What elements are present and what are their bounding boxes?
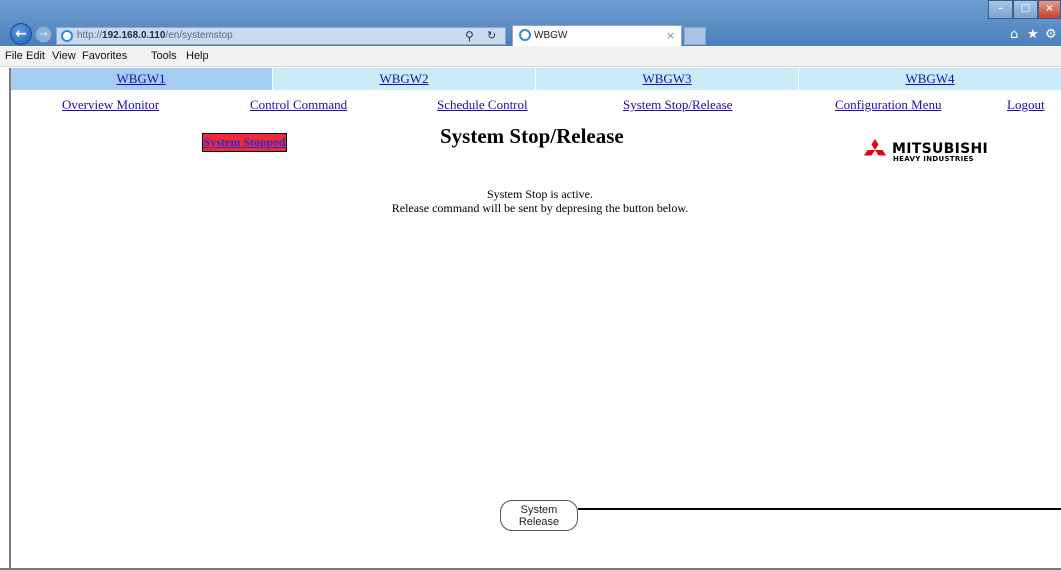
settings-gear-icon[interactable]: ⚙: [1045, 27, 1057, 42]
maximize-button[interactable]: □: [1013, 0, 1038, 19]
close-window-button[interactable]: ×: [1038, 0, 1061, 19]
three-diamonds-icon: [864, 139, 886, 156]
back-button[interactable]: ←: [10, 23, 32, 45]
tab-title: WBGW: [534, 30, 568, 41]
menu-favorites[interactable]: Favorites: [82, 50, 127, 62]
favorites-star-icon[interactable]: ★: [1027, 27, 1039, 42]
menu-tools[interactable]: Tools: [151, 50, 177, 62]
menu-edit[interactable]: Edit: [26, 50, 45, 62]
forward-button[interactable]: →: [35, 26, 52, 43]
gateway-cell-1: WBGW1: [10, 68, 272, 90]
gateway-cell-4: WBGW4: [799, 68, 1061, 90]
instruction-message: Release command will be sent by depresin…: [391, 201, 689, 215]
nav-control-command[interactable]: Control Command: [250, 97, 347, 113]
nav-configuration-menu[interactable]: Configuration Menu: [835, 97, 942, 113]
nav-schedule-control[interactable]: Schedule Control: [437, 97, 528, 113]
new-tab-button[interactable]: [684, 27, 706, 45]
menu-help[interactable]: Help: [186, 50, 209, 62]
address-url: http://192.168.0.110/en/systemstop: [77, 30, 233, 41]
gateway-bar: WBGW1 WBGW2 WBGW3 WBGW4: [10, 68, 1061, 90]
system-release-button[interactable]: System Release: [500, 500, 578, 531]
gateway-cell-2: WBGW2: [273, 68, 535, 90]
menu-view[interactable]: View: [52, 50, 76, 62]
refresh-icon[interactable]: ↻: [487, 29, 496, 42]
nav-overview-monitor[interactable]: Overview Monitor: [62, 97, 159, 113]
minimize-button[interactable]: –: [988, 0, 1013, 19]
ie-tab-icon: [519, 29, 531, 41]
browser-titlebar: ← → http://192.168.0.110/en/systemstop ⚲…: [0, 0, 1061, 46]
menu-file[interactable]: File: [5, 50, 23, 62]
logo-subtitle: HEAVY INDUSTRIES: [893, 155, 974, 163]
release-button-line2: Release: [518, 516, 560, 528]
tab-close-icon[interactable]: ×: [666, 29, 675, 42]
nav-logout[interactable]: Logout: [1007, 97, 1045, 113]
window-left-border: [9, 68, 11, 570]
ie-icon: [61, 30, 73, 42]
status-message: System Stop is active.: [487, 187, 593, 201]
nav-system-stop-release[interactable]: System Stop/Release: [623, 97, 732, 113]
page-title: System Stop/Release: [440, 124, 624, 148]
mitsubishi-logo: MITSUBISHI HEAVY INDUSTRIES: [862, 139, 992, 163]
home-icon[interactable]: ⌂: [1010, 27, 1018, 42]
search-icon[interactable]: ⚲: [465, 29, 474, 43]
system-stopped-badge[interactable]: System Stopped: [202, 133, 287, 152]
gateway-cell-3: WBGW3: [536, 68, 798, 90]
gateway-link-wbgw1[interactable]: WBGW1: [116, 71, 165, 86]
release-divider-line: [578, 508, 1061, 510]
address-bar[interactable]: http://192.168.0.110/en/systemstop ⚲ ↻: [56, 27, 506, 45]
gateway-link-wbgw2[interactable]: WBGW2: [379, 71, 428, 86]
gateway-link-wbgw4[interactable]: WBGW4: [905, 71, 954, 86]
gateway-link-wbgw3[interactable]: WBGW3: [642, 71, 691, 86]
release-button-line1: System: [520, 504, 558, 516]
browser-tab[interactable]: WBGW ×: [512, 25, 682, 46]
menu-bar: File Edit View Favorites Tools Help: [0, 46, 1061, 67]
